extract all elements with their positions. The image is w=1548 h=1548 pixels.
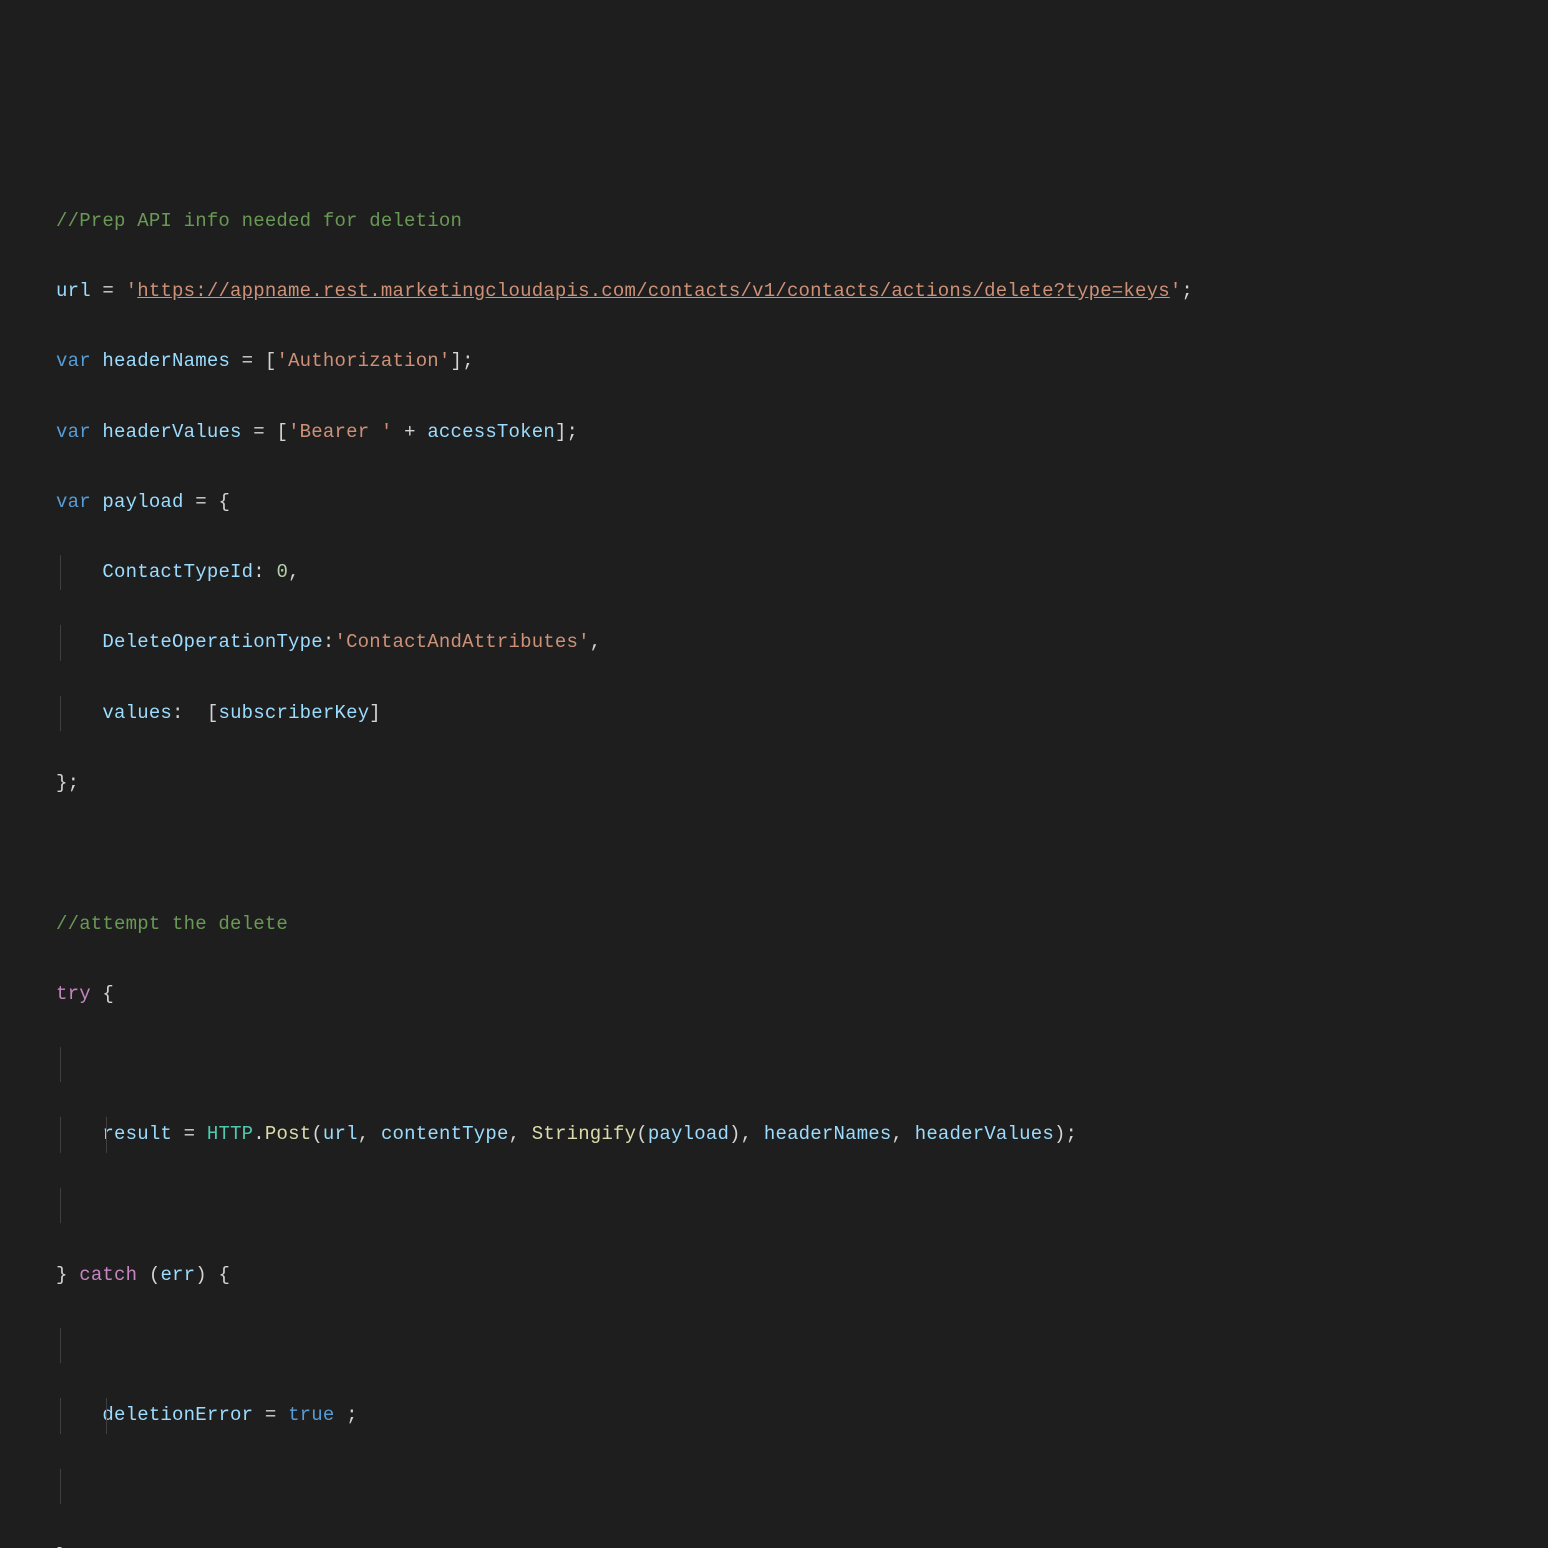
code-line: ContactTypeId: 0, — [56, 555, 1548, 590]
number-literal: 0 — [276, 561, 288, 583]
object-key: DeleteOperationType — [102, 631, 322, 653]
keyword-try: try — [56, 983, 91, 1005]
boolean-literal: true — [288, 1404, 334, 1426]
code-line: result = HTTP.Post(url, contentType, Str… — [56, 1117, 1548, 1152]
string-literal: 'ContactAndAttributes' — [334, 631, 589, 653]
code-line: //Prep API info needed for deletion — [56, 204, 1548, 239]
code-line: values: [subscriberKey] — [56, 696, 1548, 731]
object-key: ContactTypeId — [102, 561, 253, 583]
string-literal: 'Authorization' — [276, 350, 450, 372]
object-key: values — [102, 702, 172, 724]
url-string: https://appname.rest.marketingcloudapis.… — [137, 280, 1170, 302]
blank-line — [56, 1469, 1548, 1504]
keyword-var: var — [56, 350, 91, 372]
variable: deletionError — [102, 1404, 253, 1426]
variable: err — [160, 1264, 195, 1286]
keyword-catch: catch — [79, 1264, 137, 1286]
variable: payload — [102, 491, 183, 513]
keyword-var: var — [56, 421, 91, 443]
blank-line — [56, 1328, 1548, 1363]
blank-line — [56, 1188, 1548, 1223]
code-line: } — [56, 1539, 1548, 1548]
blank-line — [56, 836, 1548, 871]
variable: url — [56, 280, 91, 302]
variable: accessToken — [427, 421, 555, 443]
code-line: var headerNames = ['Authorization']; — [56, 344, 1548, 379]
code-line: var payload = { — [56, 485, 1548, 520]
code-line: var headerValues = ['Bearer ' + accessTo… — [56, 415, 1548, 450]
keyword-var: var — [56, 491, 91, 513]
type-name: HTTP — [207, 1123, 253, 1145]
code-line: try { — [56, 977, 1548, 1012]
code-line: } catch (err) { — [56, 1258, 1548, 1293]
code-line: DeleteOperationType:'ContactAndAttribute… — [56, 625, 1548, 660]
code-editor[interactable]: //Prep API info needed for deletion url … — [56, 169, 1548, 1548]
variable: subscriberKey — [218, 702, 369, 724]
variable: headerValues — [102, 421, 241, 443]
code-line: deletionError = true ; — [56, 1398, 1548, 1433]
comment: //attempt the delete — [56, 913, 288, 935]
blank-line — [56, 1047, 1548, 1082]
function-call: Stringify — [532, 1123, 636, 1145]
variable: result — [102, 1123, 172, 1145]
code-line: }; — [56, 766, 1548, 801]
variable: headerNames — [102, 350, 230, 372]
code-line: url = 'https://appname.rest.marketingclo… — [56, 274, 1548, 309]
string-literal: 'Bearer ' — [288, 421, 392, 443]
code-line: //attempt the delete — [56, 907, 1548, 942]
comment: //Prep API info needed for deletion — [56, 210, 462, 232]
function-call: Post — [265, 1123, 311, 1145]
